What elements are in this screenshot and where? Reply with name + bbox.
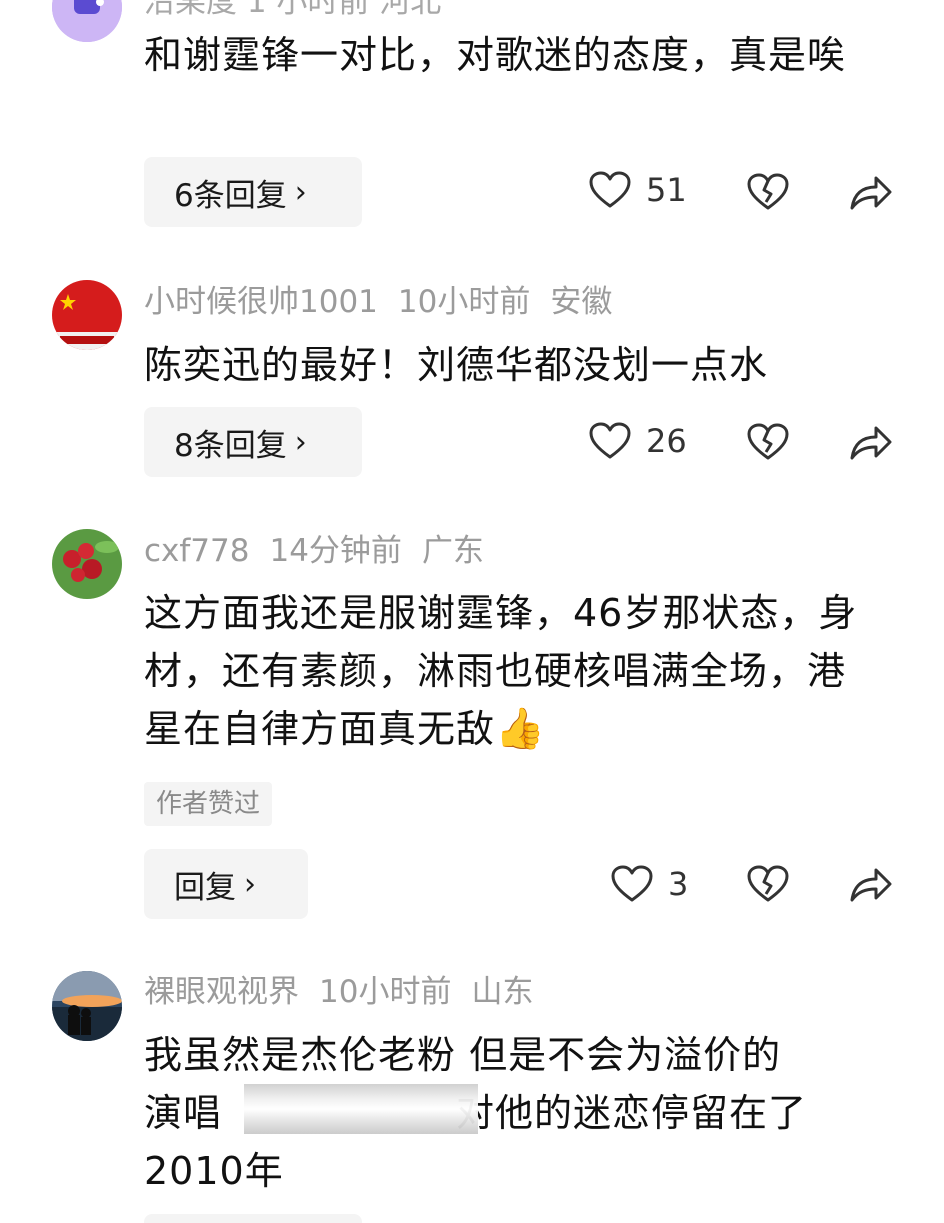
comment-location: 安徽: [550, 284, 613, 320]
reply-button[interactable]: 回复 ›: [144, 849, 308, 919]
blurred-redaction: [244, 1084, 478, 1134]
like-button[interactable]: 3: [610, 864, 688, 904]
username[interactable]: 裸眼观视界: [144, 974, 299, 1010]
share-arrow-icon: [850, 868, 892, 902]
thumbs-up-emoji: 👍: [495, 706, 546, 752]
share-button[interactable]: [848, 172, 894, 212]
chevron-right-icon: ›: [244, 866, 256, 902]
comment-line-2-post: 对他的迷恋停留在了: [456, 1091, 808, 1135]
comment-text: 和谢霆锋一对比，对歌迷的态度，真是唉: [144, 33, 847, 77]
share-button[interactable]: [848, 422, 894, 462]
broken-heart-icon: [747, 865, 789, 902]
broken-heart-icon: [747, 423, 789, 460]
comment-meta: 沿某度 1 小时前 河北: [144, 0, 442, 20]
comment-meta: cxf778 14分钟前 广东: [144, 529, 504, 573]
comment-time: 14分钟前: [269, 533, 402, 569]
comment-location: 山东: [471, 974, 534, 1010]
author-liked-badge: 作者赞过: [144, 782, 273, 826]
comment-text: 陈奕迅的最好！刘德华都没划一点水: [144, 343, 769, 387]
like-count: 51: [646, 171, 687, 209]
like-count: 26: [646, 422, 687, 460]
avatar[interactable]: [52, 529, 122, 599]
comment-time: 10小时前: [397, 284, 531, 320]
avatar[interactable]: [52, 971, 122, 1041]
replies-label: 8条回复: [174, 427, 287, 464]
comment-location: 广东: [421, 533, 484, 569]
heart-outline-icon: [589, 422, 631, 459]
heart-outline-icon: [589, 171, 631, 208]
comment-line-2-pre: 演唱: [144, 1091, 223, 1135]
username[interactable]: cxf778: [144, 533, 249, 569]
dislike-button[interactable]: [746, 172, 790, 212]
replies-button-partial[interactable]: [144, 1214, 362, 1223]
username[interactable]: 小时候很帅1001: [144, 284, 378, 320]
chevron-right-icon: ›: [294, 174, 307, 210]
chevron-right-icon: ›: [294, 424, 307, 460]
avatar[interactable]: [52, 0, 122, 42]
dislike-button[interactable]: [746, 422, 790, 462]
reply-label: 回复: [174, 869, 236, 906]
replies-label: 6条回复: [174, 177, 287, 214]
like-count: 3: [668, 865, 689, 903]
like-button[interactable]: 26: [588, 421, 687, 461]
avatar[interactable]: [52, 280, 122, 350]
broken-heart-icon: [747, 173, 789, 210]
comment-text: 这方面我还是服谢霆锋，46岁那状态，身材，还有素颜，淋雨也硬核唱满全场，港星在自…: [144, 584, 884, 758]
like-button[interactable]: 51: [588, 170, 687, 210]
comment-line-1: 我虽然是杰伦老粉 但是不会为溢价的: [144, 1033, 782, 1077]
replies-button[interactable]: 8条回复 ›: [144, 407, 362, 477]
dislike-button[interactable]: [746, 864, 790, 904]
share-arrow-icon: [850, 426, 892, 460]
share-arrow-icon: [850, 176, 892, 210]
comment-list: 沿某度 1 小时前 河北 和谢霆锋一对比，对歌迷的态度，真是唉 6条回复 › 5…: [0, 0, 944, 1223]
share-button[interactable]: [848, 864, 894, 904]
replies-button[interactable]: 6条回复 ›: [144, 157, 362, 227]
comment-meta: 裸眼观视界 10小时前 山东: [144, 970, 553, 1014]
comment-line-3: 2010年: [144, 1149, 284, 1193]
comment-time: 10小时前: [319, 974, 452, 1010]
heart-outline-icon: [611, 865, 653, 902]
comment-meta: 小时候很帅1001 10小时前 安徽: [144, 280, 632, 324]
